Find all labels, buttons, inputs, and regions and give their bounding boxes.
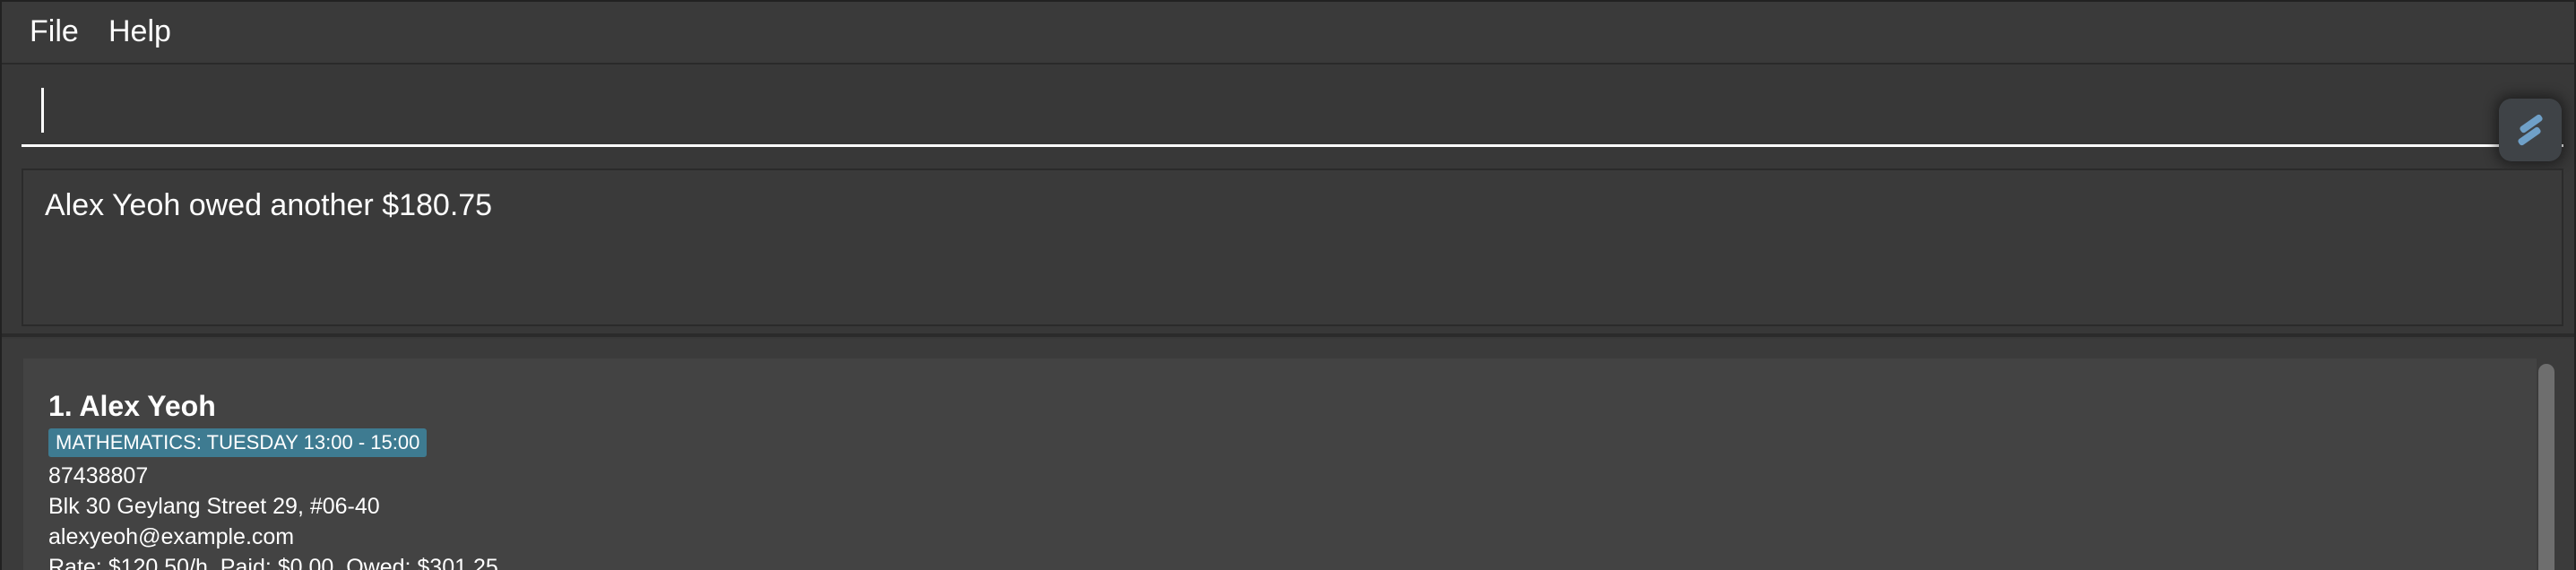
person-phone: 87438807 [48, 463, 149, 488]
send-icon [2518, 114, 2543, 146]
person-card[interactable]: 1. Alex Yeoh MATHEMATICS: TUESDAY 13:00 … [23, 358, 2537, 570]
lesson-tag: MATHEMATICS: TUESDAY 13:00 - 15:00 [48, 428, 428, 457]
app-window: File Help Alex Yeoh owed another $180.75… [0, 0, 2576, 570]
pane-divider[interactable] [2, 333, 2574, 337]
command-box [2, 66, 2574, 163]
list-scrollbar[interactable] [2538, 364, 2554, 570]
command-input[interactable] [22, 73, 2563, 147]
person-name: 1. Alex Yeoh [48, 390, 216, 422]
person-list: 1. Alex Yeoh MATHEMATICS: TUESDAY 13:00 … [2, 339, 2574, 570]
menu-bar: File Help [2, 2, 2574, 65]
text-caret [41, 88, 44, 133]
send-button[interactable] [2499, 99, 2562, 161]
person-address: Blk 30 Geylang Street 29, #06-40 [48, 494, 380, 519]
result-display: Alex Yeoh owed another $180.75 [22, 168, 2563, 326]
menu-file[interactable]: File [30, 14, 79, 49]
person-email: alexyeoh@example.com [48, 524, 295, 549]
person-payment: Rate: $120.50/h, Paid: $0.00, Owed: $301… [48, 555, 498, 570]
menu-help[interactable]: Help [108, 14, 171, 49]
